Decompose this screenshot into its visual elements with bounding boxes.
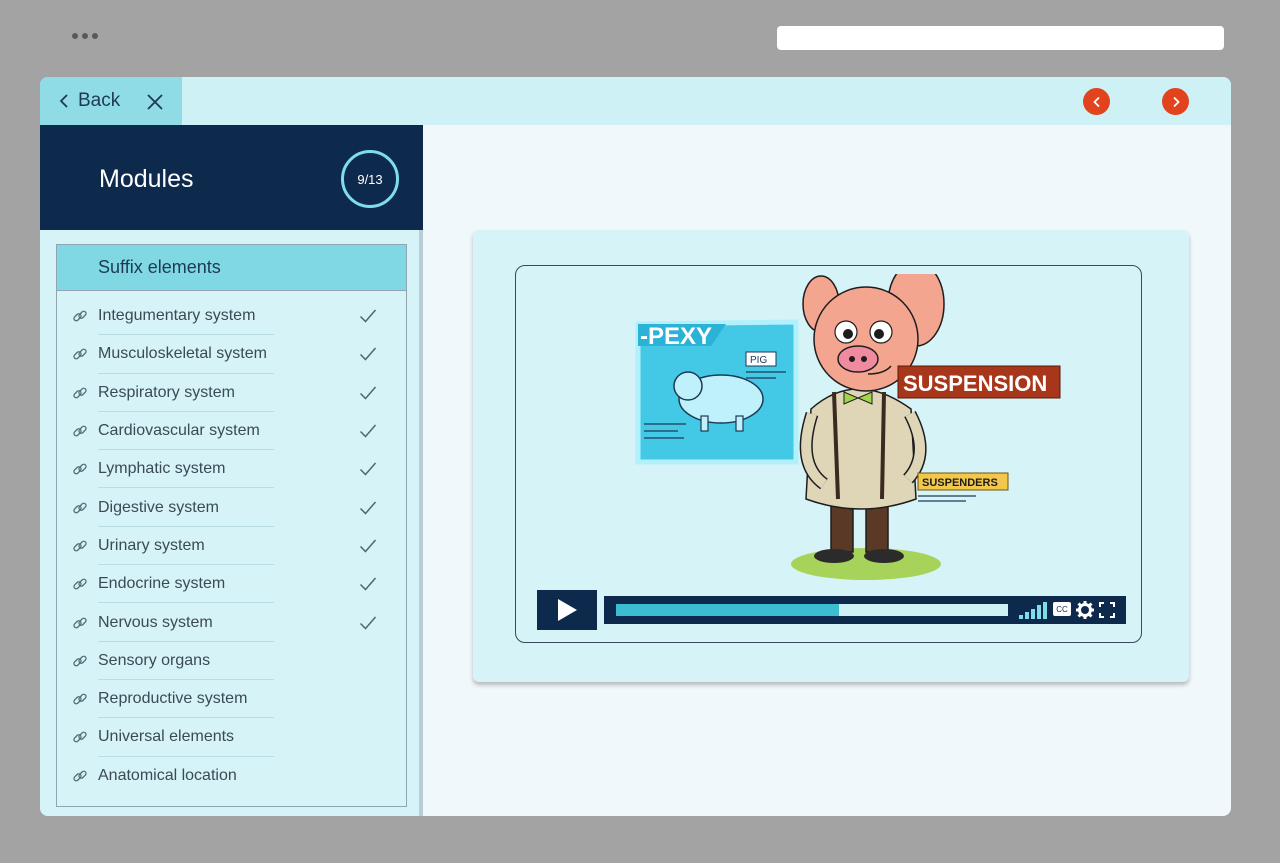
checkmark-icon <box>359 386 377 400</box>
module-item[interactable]: Anatomical location <box>57 757 406 795</box>
module-item[interactable]: Nervous system <box>57 603 406 642</box>
checkmark-icon <box>359 501 377 515</box>
checkmark-icon <box>359 347 377 362</box>
module-items: Integumentary system Musculoskeletal syst… <box>57 291 406 795</box>
link-icon <box>73 310 87 322</box>
link-icon <box>73 655 87 667</box>
section-header[interactable]: Suffix elements <box>57 245 406 291</box>
module-item-label: Nervous system <box>98 613 213 631</box>
module-item-label: Urinary system <box>98 536 205 554</box>
module-item[interactable]: Lymphatic system <box>57 450 406 489</box>
module-item-label: Sensory organs <box>98 651 211 669</box>
chevron-right-icon <box>1172 96 1180 107</box>
link-icon <box>73 578 87 590</box>
link-icon <box>73 463 87 475</box>
module-item-label: Anatomical location <box>98 766 237 784</box>
module-item[interactable]: Digestive system <box>57 488 406 527</box>
module-item-label: Digestive system <box>98 498 219 516</box>
module-item[interactable]: Urinary system <box>57 527 406 566</box>
module-item[interactable]: Integumentary system <box>57 297 406 336</box>
checkmark-icon <box>359 577 377 591</box>
module-item-label: Integumentary system <box>98 307 256 325</box>
link-icon <box>73 617 87 628</box>
volume-bars-icon[interactable] <box>1017 601 1047 619</box>
gear-icon[interactable] <box>1076 601 1094 619</box>
module-item-label: Universal elements <box>98 728 235 746</box>
play-icon <box>558 599 577 621</box>
sign-main: SUSPENSION <box>903 371 1047 396</box>
close-icon[interactable] <box>146 93 164 111</box>
top-bar: Back <box>40 77 1231 125</box>
captions-label: CC <box>1056 604 1068 614</box>
lesson-card: -PEXY PIG SUSPENSION SUSPENDERS CC <box>473 230 1189 682</box>
modules-sidebar: Modules 9/13 Suffix elements Integumenta… <box>40 125 423 816</box>
chevron-left-icon <box>1092 96 1100 107</box>
module-item[interactable]: Reproductive system <box>57 680 406 719</box>
seek-bar[interactable] <box>616 604 1008 616</box>
link-icon <box>73 693 87 705</box>
seek-progress <box>616 604 840 616</box>
module-item[interactable]: Endocrine system <box>57 565 406 604</box>
section-title: Suffix elements <box>98 257 221 277</box>
course-app: Back Modules 9/13 Suffix elements Integu… <box>40 77 1231 816</box>
back-area: Back <box>40 77 182 125</box>
checkmark-icon <box>359 462 377 476</box>
video-player: -PEXY PIG SUSPENSION SUSPENDERS CC <box>515 265 1142 643</box>
link-icon <box>73 349 87 360</box>
captions-button[interactable]: CC <box>1053 602 1071 616</box>
checkmark-icon <box>359 539 377 553</box>
window-menu-dots[interactable] <box>72 33 98 39</box>
checkmark-icon <box>359 424 377 438</box>
next-button[interactable] <box>1162 88 1189 115</box>
checkmark-icon <box>359 616 377 630</box>
play-button[interactable] <box>537 590 597 630</box>
link-icon <box>73 731 87 743</box>
module-item-label: Cardiovascular system <box>98 422 260 440</box>
module-item[interactable]: Musculoskeletal system <box>57 335 406 374</box>
link-icon <box>73 425 87 437</box>
module-item[interactable]: Cardiovascular system <box>57 412 406 451</box>
address-bar[interactable] <box>777 26 1224 50</box>
sign-sub: SUSPENDERS <box>922 477 998 489</box>
module-item-label: Musculoskeletal system <box>98 345 267 363</box>
board-tag: PIG <box>750 355 767 366</box>
link-icon <box>73 502 87 514</box>
module-item-label: Respiratory system <box>98 383 235 401</box>
previous-button[interactable] <box>1083 88 1110 115</box>
module-item-label: Endocrine system <box>98 575 226 593</box>
back-button[interactable]: Back <box>40 77 120 125</box>
module-progress-badge: 9/13 <box>341 150 399 208</box>
link-icon <box>73 770 87 782</box>
module-item[interactable]: Sensory organs <box>57 642 406 680</box>
board-title: -PEXY <box>640 323 712 350</box>
back-label: Back <box>78 90 121 111</box>
module-item[interactable]: Respiratory system <box>57 374 406 412</box>
fullscreen-icon[interactable] <box>1099 601 1115 619</box>
checkmark-icon <box>359 309 377 323</box>
module-list: Suffix elements Integumentary system Musc… <box>56 244 407 807</box>
module-item-label: Reproductive system <box>98 690 248 708</box>
link-icon <box>73 540 87 552</box>
link-icon <box>73 387 87 399</box>
modules-title: Modules <box>99 165 194 193</box>
module-item-label: Lymphatic system <box>98 460 226 478</box>
modules-header: Modules 9/13 <box>40 125 423 230</box>
video-controls: CC <box>604 596 1126 624</box>
pig-mascot-illustration: -PEXY PIG SUSPENSION SUSPENDERS <box>635 274 1061 580</box>
chevron-left-icon <box>59 94 68 108</box>
module-item[interactable]: Universal elements <box>57 718 406 757</box>
module-progress-text: 9/13 <box>357 171 383 187</box>
